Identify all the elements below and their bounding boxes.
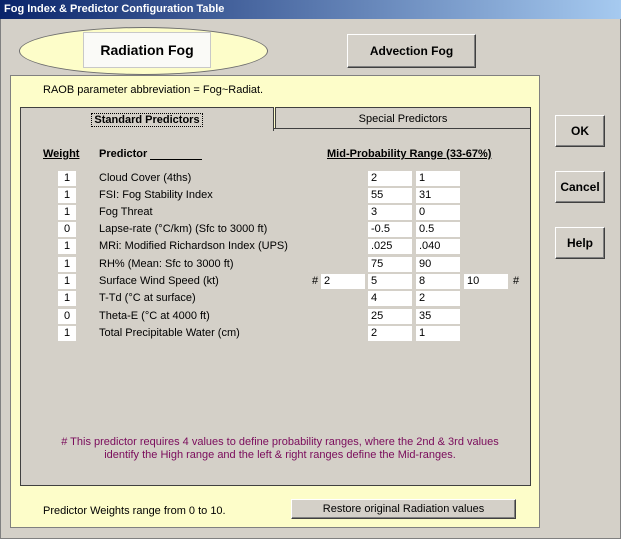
radiation-fog-button[interactable]: Radiation Fog <box>83 32 211 68</box>
cancel-button[interactable]: Cancel <box>555 171 605 203</box>
window-title: Fog Index & Predictor Configuration Tabl… <box>0 0 621 19</box>
ok-button[interactable]: OK <box>555 115 605 147</box>
raob-abbreviation: RAOB parameter abbreviation = Fog~Radiat… <box>43 84 264 96</box>
restore-defaults-button[interactable]: Restore original Radiation values <box>291 499 516 519</box>
tab-special-label: Special Predictors <box>358 112 448 125</box>
tab-standard-predictors[interactable]: Standard Predictors <box>20 107 274 131</box>
tab-standard-label: Standard Predictors <box>91 112 203 127</box>
tab-special-predictors[interactable]: Special Predictors <box>275 107 531 129</box>
advection-fog-button[interactable]: Advection Fog <box>347 34 476 68</box>
predictors-tab-panel <box>20 128 531 486</box>
help-button[interactable]: Help <box>555 227 605 259</box>
